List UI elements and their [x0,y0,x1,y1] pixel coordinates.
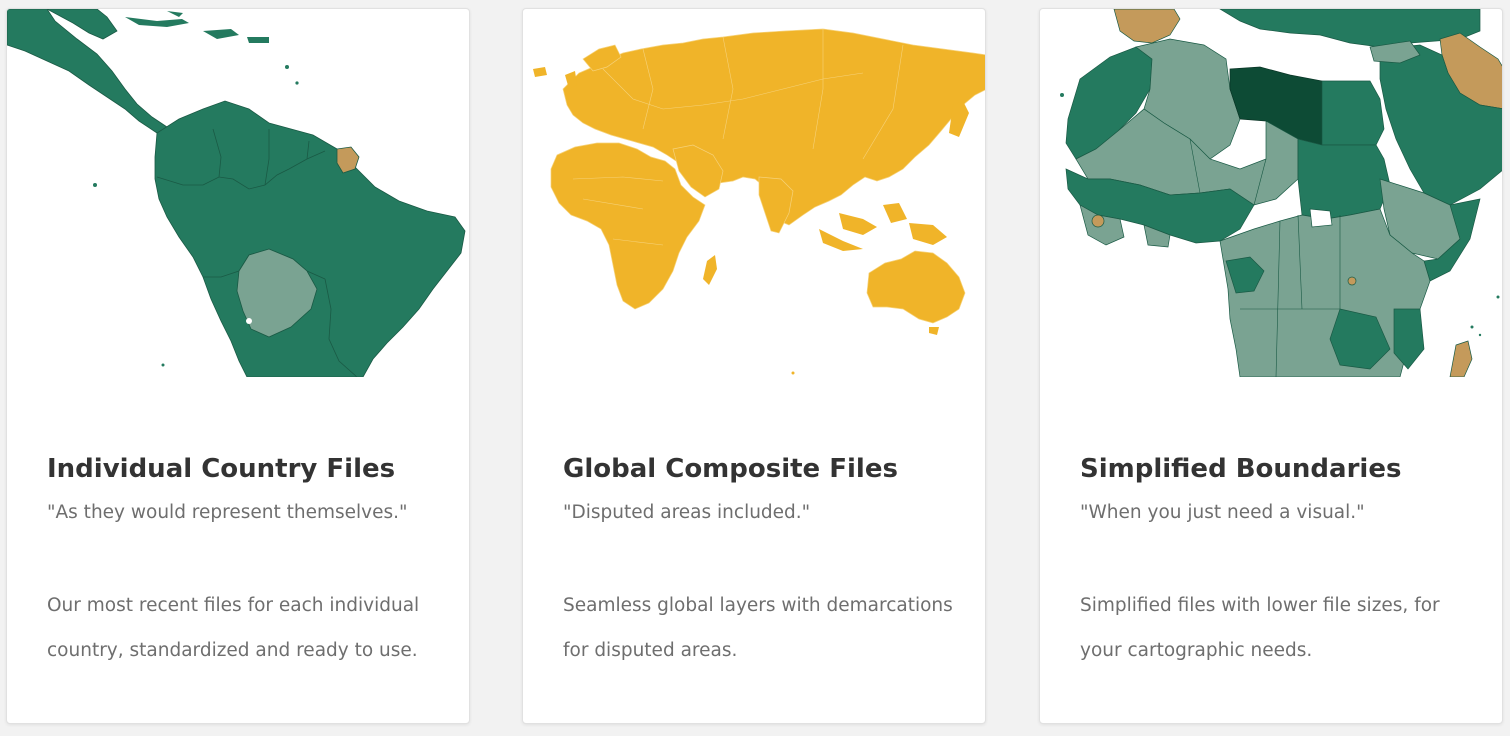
card-quote: "Disputed areas included." [563,502,811,523]
card-individual-country-files[interactable]: Individual Country Files "As they would … [6,8,470,724]
card-quote: "As they would represent themselves." [47,502,408,523]
americas-map-image [7,9,469,377]
africa-middle-east-map-image [1040,9,1502,377]
card-simplified-boundaries[interactable]: Simplified Boundaries "When you just nee… [1039,8,1503,724]
card-quote: "When you just need a visual." [1080,502,1365,523]
card-title: Simplified Boundaries [1080,454,1402,484]
card-description: Simplified files with lower file sizes, … [1080,595,1440,661]
card-global-composite-files[interactable]: Global Composite Files "Disputed areas i… [522,8,986,724]
feature-cards-section: Individual Country Files "As they would … [0,0,1510,736]
eurasia-africa-map-image [523,9,985,377]
card-description: Seamless global layers with demarcations… [563,595,953,661]
card-description: Our most recent files for each individua… [47,595,420,661]
card-title: Global Composite Files [563,454,898,484]
card-title: Individual Country Files [47,454,396,484]
